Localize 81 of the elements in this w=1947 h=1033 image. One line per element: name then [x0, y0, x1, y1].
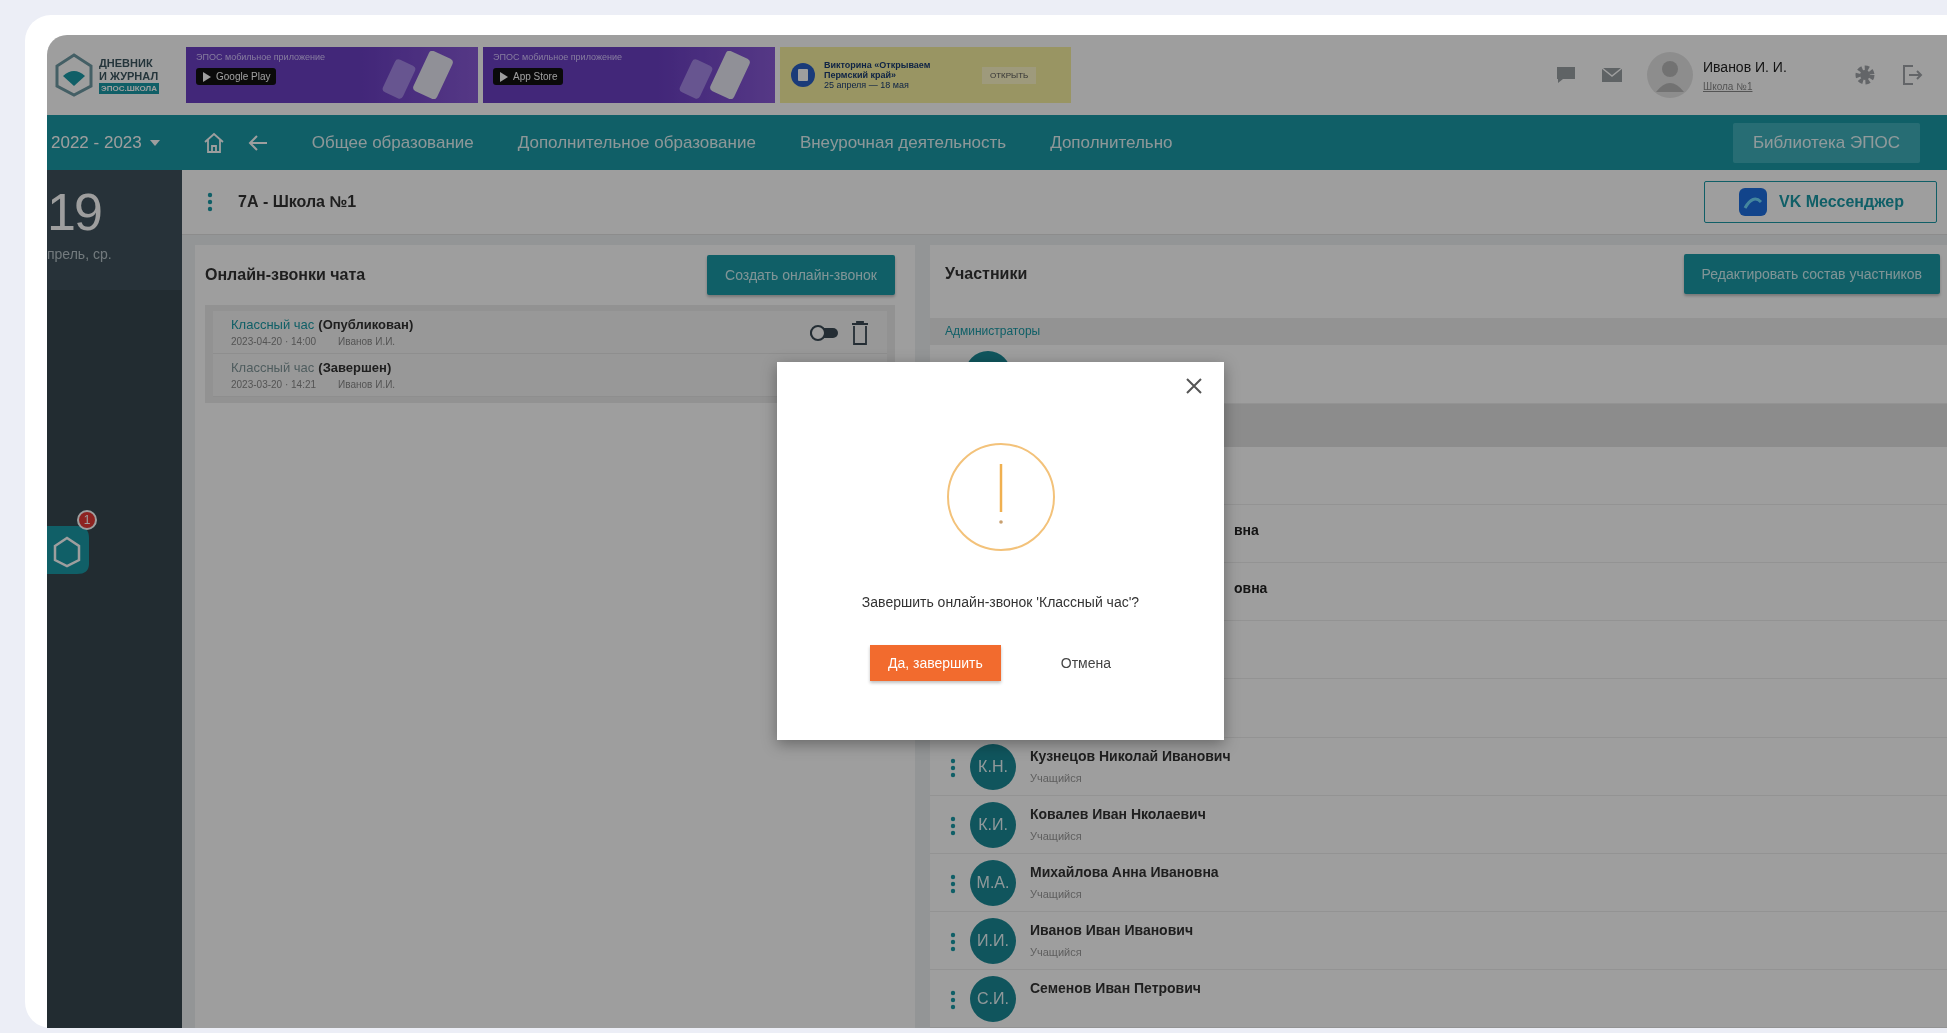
member-name: Иванов Иван Иванович [1030, 921, 1193, 938]
chat-icon[interactable] [1555, 65, 1577, 85]
member-role: Учащийся [1030, 771, 1083, 784]
call-author: Иванов И.И. [338, 379, 396, 390]
member-name: вна [1234, 522, 1259, 539]
group-title: Администраторы [945, 324, 1041, 339]
call-date: 2023-04-20 · 14:00 [231, 336, 317, 347]
logo-subtitle: ЭПОС.ШКОЛА [99, 82, 159, 94]
cancel-button[interactable]: Отмена [1050, 645, 1122, 681]
edit-members-button[interactable]: Редактировать состав участников [1683, 253, 1940, 294]
member-avatar: С.И. [970, 975, 1016, 1022]
more-icon[interactable] [950, 757, 956, 778]
confirm-button[interactable]: Да, завершить [869, 645, 1001, 681]
back-arrow-icon[interactable] [247, 133, 268, 152]
more-icon[interactable] [950, 931, 956, 952]
quiz-icon [790, 62, 816, 88]
messenger-button[interactable]: VK Мессенджер [1704, 181, 1937, 223]
member-avatar: И.И. [970, 917, 1016, 964]
class-title: 7А - Школа №1 [238, 193, 357, 211]
promo-banner[interactable]: Викторина «Открываем Пермский край» 25 апреля — 18 мая ОТКРЫТЬ [780, 47, 1071, 103]
mail-icon[interactable] [1601, 67, 1623, 83]
call-link[interactable]: Классный час [231, 317, 315, 332]
member-role: Учащийся [1030, 887, 1083, 900]
toggle-switch[interactable] [809, 325, 839, 341]
more-icon[interactable] [950, 873, 956, 894]
call-author: Иванов И.И. [338, 336, 396, 347]
nav-menu-item[interactable]: Дополнительное образование [517, 132, 756, 153]
user-name: Иванов И. И. [1703, 58, 1788, 75]
store-icon [202, 71, 212, 82]
promo-banner[interactable]: ЭПОС мобильное приложение Google Play [186, 47, 478, 103]
call-item[interactable]: Классный час (Опубликован) 2023-04-20 · 14:00 Иванов И.И. [213, 311, 887, 354]
call-status: (Завершен) [318, 360, 392, 375]
nav-menu-item[interactable]: Дополнительно [1050, 132, 1173, 153]
notification-badge: 1 [77, 510, 97, 530]
member-role: Учащийся [1030, 829, 1083, 842]
library-button[interactable]: Библиотека ЭПОС [1732, 122, 1920, 163]
banner-title: ЭПОС мобильное приложение [196, 52, 326, 62]
promo-banner[interactable]: ЭПОС мобильное приложение App Store [483, 47, 775, 103]
banner-title: Викторина «Открываем Пермский край» [824, 60, 932, 80]
warning-icon [945, 442, 1056, 552]
member-name: Михайлова Анна Ивановна [1030, 863, 1219, 880]
create-call-button[interactable]: Создать онлайн-звонок [707, 255, 895, 295]
logo-text: ДНЕВНИК [99, 56, 154, 70]
nav-menu-item[interactable]: Общее образование [311, 132, 474, 153]
close-icon [1186, 378, 1202, 394]
banner-dates: 25 апреля — 18 мая [824, 80, 910, 90]
dialog-message: Завершить онлайн-звонок 'Классный час'? [861, 594, 1140, 610]
messenger-icon [1739, 188, 1767, 216]
more-icon[interactable] [950, 815, 956, 836]
day-number: 19 [47, 184, 102, 240]
member-name: Семенов Иван Петрович [1030, 979, 1201, 996]
caret-icon [149, 139, 160, 146]
date-label: прель, ср. [47, 246, 113, 262]
store-icon [499, 71, 509, 82]
member-name: овна [1234, 580, 1268, 597]
call-date: 2023-03-20 · 14:21 [231, 379, 317, 390]
settings-icon[interactable] [1853, 63, 1877, 87]
store-badge[interactable]: App Store [493, 68, 564, 85]
panel-title: Онлайн-звонки чата [205, 266, 366, 284]
banner-title: ЭПОС мобильное приложение [493, 52, 623, 62]
open-button[interactable]: ОТКРЫТЬ [982, 66, 1037, 84]
store-badge[interactable]: Google Play [196, 68, 277, 85]
logout-icon[interactable] [1901, 64, 1923, 86]
trash-icon[interactable] [851, 321, 869, 345]
call-link[interactable]: Классный час [231, 360, 315, 375]
nav-menu-item[interactable]: Внеурочная деятельность [799, 132, 1007, 153]
member-avatar: М.А. [970, 859, 1016, 906]
year-dropdown[interactable]: 2022 - 2023 [51, 132, 160, 153]
member-name: Ковалев Иван Нколаевич [1030, 805, 1206, 822]
call-status: (Опубликован) [318, 317, 414, 332]
logo-text: И ЖУРНАЛ [99, 69, 159, 83]
logo-icon[interactable] [53, 52, 95, 98]
more-icon[interactable] [207, 192, 213, 212]
member-role: Учащийся [1030, 945, 1083, 958]
member-name: Кузнецов Николай Иванович [1030, 747, 1231, 764]
member-avatar: К.Н. [970, 743, 1016, 790]
member-avatar: К.И. [970, 801, 1016, 848]
panel-title: Участники [945, 264, 1028, 283]
school-link[interactable]: Школа №1 [1703, 80, 1753, 92]
more-icon[interactable] [950, 989, 956, 1010]
avatar-icon[interactable] [1647, 52, 1693, 98]
